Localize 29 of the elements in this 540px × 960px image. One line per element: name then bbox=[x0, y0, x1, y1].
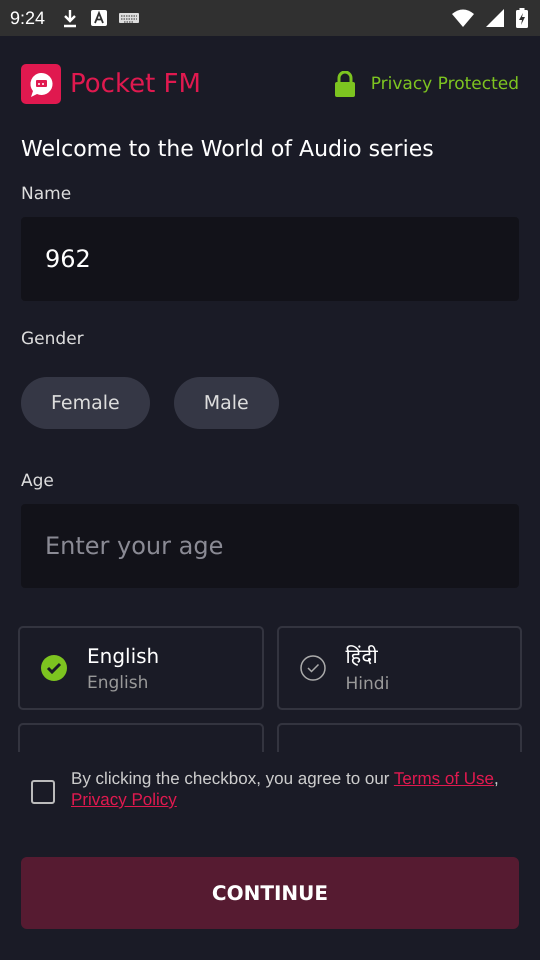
signal-icon bbox=[486, 9, 504, 27]
app-logo-icon bbox=[21, 64, 61, 104]
keyboard-icon bbox=[119, 12, 140, 24]
name-label: Name bbox=[21, 184, 72, 204]
privacy-link[interactable]: Privacy Policy bbox=[71, 790, 177, 809]
language-english-name: English bbox=[87, 672, 150, 692]
gender-chip[interactable]: Male bbox=[174, 377, 279, 429]
age-field[interactable]: Enter your age bbox=[21, 504, 519, 588]
terms-link[interactable]: Terms of Use bbox=[394, 769, 494, 788]
consent-text: By clicking the checkbox, you agree to our Terms of Use, Privacy Policy bbox=[71, 768, 500, 810]
language-english-name: Hindi bbox=[346, 674, 390, 694]
status-time: 9:24 bbox=[10, 8, 46, 28]
text-icon bbox=[91, 10, 108, 26]
privacy-label: Privacy Protected bbox=[370, 74, 519, 94]
consent-checkbox[interactable] bbox=[31, 780, 55, 804]
language-card[interactable]: English English bbox=[18, 626, 264, 710]
battery-icon bbox=[516, 8, 528, 28]
wifi-icon bbox=[452, 9, 474, 27]
name-field[interactable]: 962 bbox=[21, 217, 519, 301]
gender-chip[interactable]: Female bbox=[21, 377, 150, 429]
lock-icon bbox=[334, 71, 356, 97]
language-card[interactable]: हिंदी Hindi bbox=[276, 626, 522, 710]
welcome-title: Welcome to the World of Audio series bbox=[21, 137, 435, 162]
continue-button[interactable]: CONTINUE bbox=[21, 857, 519, 929]
gender-label: Gender bbox=[21, 329, 85, 349]
language-native-name: English bbox=[87, 644, 160, 668]
language-native-name: हिंदी bbox=[346, 643, 379, 669]
age-label: Age bbox=[21, 471, 55, 491]
app-name: Pocket FM bbox=[70, 69, 201, 99]
